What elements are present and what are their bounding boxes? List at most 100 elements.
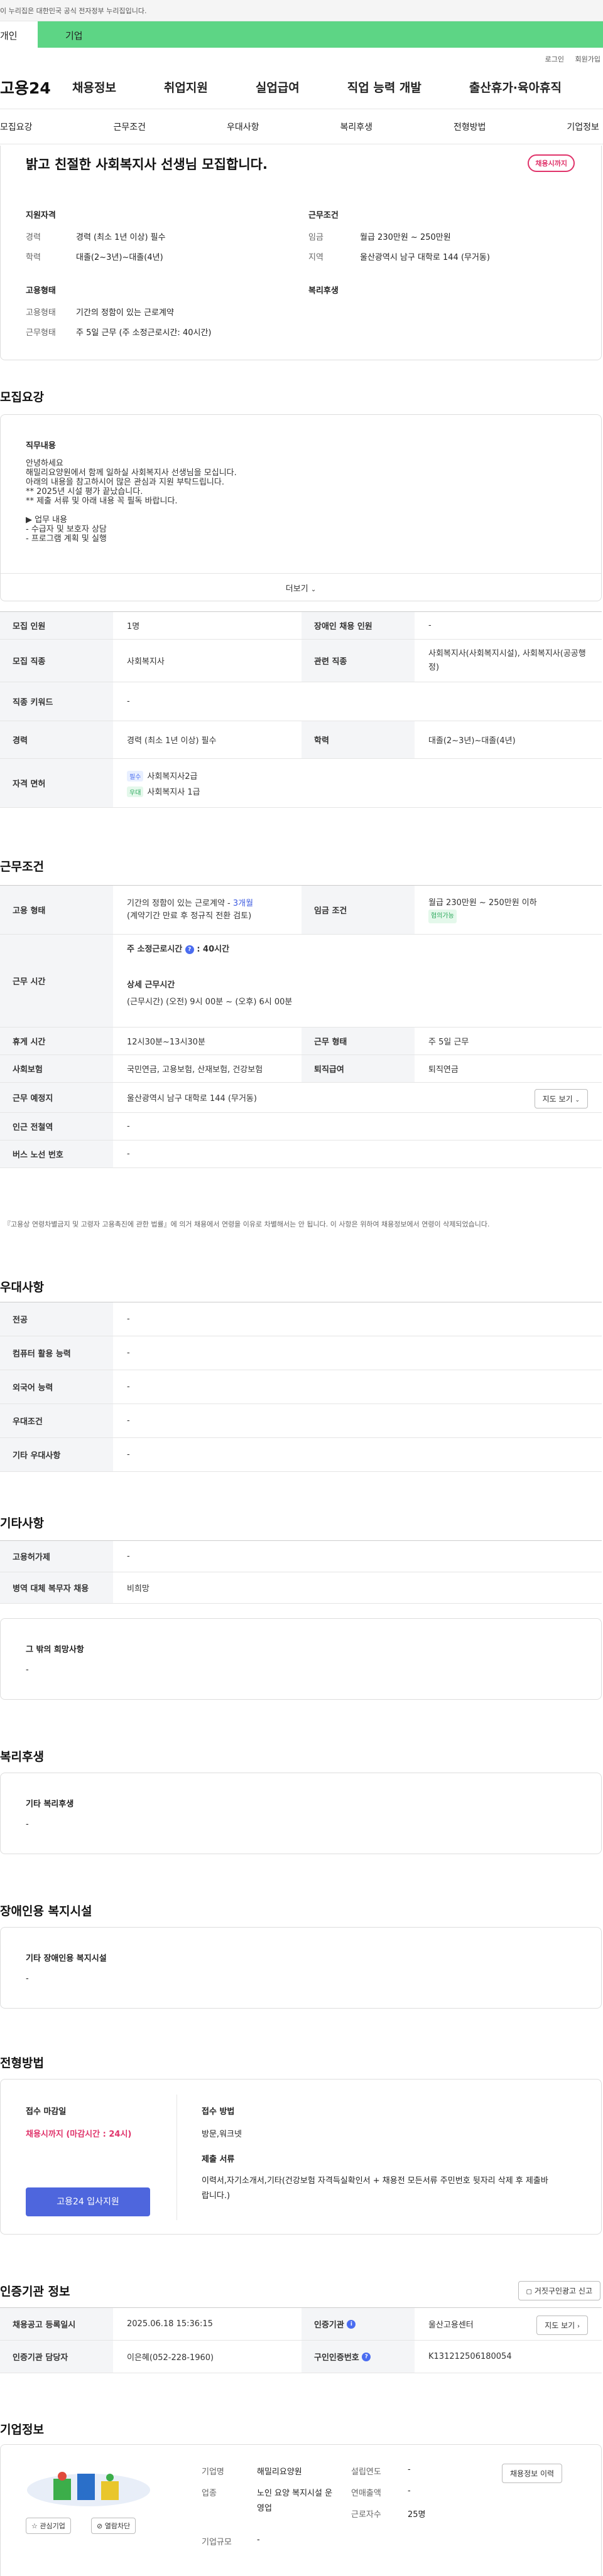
join-link[interactable]: 회원가입	[575, 55, 600, 63]
emp-value: 기간의 정함이 있는 근로계약 -	[127, 898, 233, 908]
disabled-facility-value: -	[26, 1974, 29, 1983]
size-value: -	[257, 2535, 260, 2545]
conditions-heading: 근무조건	[308, 211, 339, 220]
computer-skill-label: 컴퓨터 활용 능력	[0, 1336, 113, 1370]
table-row: 고용허가제 -	[0, 1541, 602, 1572]
docs-value: 이력서,자기소개서,기타(건강보험 자격득실확인서 + 채용전 모든서류 주민번…	[202, 2176, 548, 2201]
cert-map-button[interactable]: 지도 보기 ›	[536, 2316, 588, 2335]
break-label: 휴게 시간	[0, 1028, 113, 1055]
table-row: 고용 형태 기간의 정함이 있는 근로계약 - 3개월 (계약기간 만료 후 정…	[0, 886, 602, 935]
preference-condition-label: 우대조건	[0, 1404, 113, 1437]
anchor-process[interactable]: 전형방법	[454, 121, 486, 133]
recruit-table: 모집 인원 1명 장애인 채용 인원 - 모집 직종 사회복지사 관련 직종 사…	[0, 611, 602, 808]
hours-detail-heading: 상세 근무시간	[127, 980, 175, 990]
tab-personal[interactable]: 개인	[0, 21, 38, 48]
language-value: -	[127, 1382, 130, 1392]
career-value: 경력 (최소 1년 이상) 필수	[127, 736, 217, 746]
anchor-company[interactable]: 기업정보	[567, 121, 599, 133]
work-type-label: 근무형태	[26, 328, 56, 338]
docs-heading: 제출 서류	[202, 2155, 235, 2164]
career-value: 경력 (최소 1년 이상) 필수	[76, 233, 166, 242]
recruit-heading: 모집요강	[0, 390, 44, 404]
cert-org-label: 인증기관	[314, 2321, 344, 2330]
recruit-history-button[interactable]: 채용정보 이력	[502, 2464, 563, 2483]
favorite-label: 관심기업	[40, 2522, 65, 2530]
major-label: 전공	[0, 1302, 113, 1336]
emp-type-value: 기간의 정함이 있는 근로계약	[76, 308, 174, 318]
desc-line: 해밀리요양원에서 함께 일하실 사회복지사 선생님을 모십니다.	[26, 468, 237, 478]
license-list: 필수 사회복지사2급 우대 사회복지사 1급	[113, 759, 602, 807]
welfare-section-heading: 복리후생	[0, 1750, 44, 1764]
work-heading: 근무조건	[0, 860, 44, 874]
gnb-item-vocational-training[interactable]: 직업 능력 개발	[347, 78, 421, 95]
block-company-button[interactable]: ⊘ 열람차단	[91, 2518, 136, 2534]
hours-label: 근무 시간	[0, 935, 113, 1027]
table-row: 사회보험 국민연금, 고용보험, 산재보험, 건강보험 퇴직급여 퇴직연금	[0, 1055, 602, 1083]
map-button-label: 지도 보기	[542, 1095, 573, 1103]
table-row: 모집 인원 1명 장애인 채용 인원 -	[0, 612, 602, 640]
info-icon[interactable]: i	[347, 2319, 356, 2329]
map-button[interactable]: 지도 보기 ⌄	[534, 1089, 588, 1108]
job-label: 모집 직종	[0, 640, 113, 682]
anchor-welfare[interactable]: 복리후생	[340, 121, 372, 133]
worktype-label: 근무 형태	[302, 1028, 415, 1055]
login-link[interactable]: 로그인	[545, 55, 564, 63]
table-row: 채용공고 등록일시 2025.06.18 15:36:15 인증기관 i 울산고…	[0, 2308, 602, 2341]
edu-label: 학력	[302, 721, 415, 758]
table-row: 휴게 시간 12시30분~13시30분 근무 형태 주 5일 근무	[0, 1028, 602, 1055]
computer-skill-value: -	[127, 1348, 130, 1358]
welfare-value: -	[26, 1820, 29, 1829]
gnb-item-parental-leave[interactable]: 출산휴가·육아휴직	[469, 78, 562, 95]
disabled-facility-heading: 장애인용 복지시설	[0, 1904, 92, 1918]
desc-line: 아래의 내용을 참고하시어 많은 관심과 지원 부탁드립니다.	[26, 478, 224, 487]
other-preference-label: 기타 우대사항	[0, 1438, 113, 1471]
worktype-value: 주 5일 근무	[428, 1038, 469, 1047]
favorite-company-button[interactable]: ☆ 관심기업	[26, 2518, 71, 2534]
disabled-headcount-label: 장애인 채용 인원	[302, 612, 415, 639]
disabled-facility-sub-heading: 기타 장애인용 복지시설	[26, 1954, 107, 1963]
gnb-item-jobs[interactable]: 채용정보	[72, 78, 116, 95]
section-anchor-nav: 모집요강 근무조건 우대사항 복리후생 전형방법 기업정보	[0, 109, 603, 144]
reg-value: 2025.06.18 15:36:15	[127, 2319, 213, 2329]
desc-line	[26, 506, 237, 515]
report-fake-ad-button[interactable]: ▢ 거짓구인광고 신고	[518, 2281, 600, 2300]
tab-company[interactable]: 기업	[38, 21, 603, 48]
company-name-value: 해밀리요양원	[257, 2467, 302, 2477]
info-icon[interactable]: ?	[185, 945, 194, 954]
gov-notice-text: 이 누리집은 대한민국 공식 전자정부 누리집입니다.	[0, 7, 147, 15]
desc-heading: 직무내용	[26, 441, 56, 451]
gnb-item-employment-support[interactable]: 취업지원	[164, 78, 208, 95]
anchor-recruit[interactable]: 모집요강	[0, 121, 33, 133]
severance-label: 퇴직급여	[302, 1055, 415, 1082]
preference-table: 전공 - 컴퓨터 활용 능력 - 외국어 능력 - 우대조건 - 기타 우대사항 -	[0, 1302, 602, 1472]
license-name: 사회복지사 1급	[147, 787, 200, 797]
table-row: 인근 전철역 -	[0, 1113, 602, 1140]
related-job-label: 관련 직종	[302, 640, 415, 682]
more-button[interactable]: 더보기 ⌄	[1, 573, 601, 601]
subway-label: 인근 전철역	[0, 1113, 113, 1140]
career-label: 경력	[26, 233, 41, 242]
deadline-heading: 접수 마감일	[26, 2107, 67, 2117]
util-nav: 로그인 회원가입	[0, 48, 603, 65]
company-heading: 기업정보	[0, 2423, 44, 2437]
info-icon[interactable]: ?	[362, 2352, 371, 2361]
revenue-label: 연매출액	[351, 2489, 381, 2498]
anchor-preference[interactable]: 우대사항	[227, 121, 259, 133]
welfare-card: 기타 복리후생 -	[0, 1773, 602, 1854]
industry-value: 노인 요양 복지시설 운영업	[257, 2489, 333, 2513]
gnb-item-unemployment-benefit[interactable]: 실업급여	[256, 78, 300, 95]
more-label: 더보기	[285, 584, 308, 594]
anchor-work[interactable]: 근무조건	[113, 121, 146, 133]
cert-number-value: K131212506180054	[428, 2352, 512, 2361]
apply-button[interactable]: 고용24 입사지원	[26, 2187, 150, 2216]
table-row: 근무 시간 주 소정근로시간 ? : 40시간 상세 근무시간 (근무시간) (…	[0, 935, 602, 1028]
method-heading: 접수 방법	[202, 2107, 235, 2117]
other-wishes-heading: 그 밖의 희망사항	[26, 1645, 84, 1655]
insurance-value: 국민연금, 고용보험, 산재보험, 건강보험	[127, 1065, 263, 1075]
site-logo[interactable]: 고용24	[0, 76, 72, 99]
wage-value-cell: 월급 230만원 ~ 250만원 이하 협의가능	[415, 886, 602, 934]
keyword-value: -	[127, 697, 130, 706]
place-label: 근무 예정지	[0, 1083, 113, 1112]
manager-label: 인증기관 담당자	[0, 2341, 113, 2373]
preference-heading: 우대사항	[0, 1280, 44, 1294]
